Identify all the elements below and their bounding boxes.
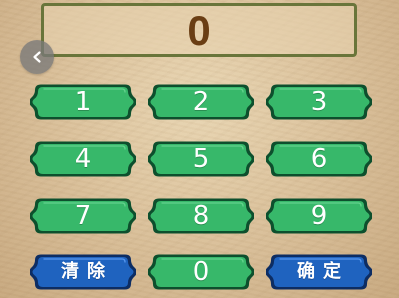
key-2[interactable]: 2: [148, 83, 254, 121]
key-label: 9: [310, 201, 328, 231]
clear-button[interactable]: 清除: [30, 253, 136, 291]
key-7[interactable]: 7: [30, 197, 136, 235]
key-9[interactable]: 9: [266, 197, 372, 235]
number-display: 0: [41, 3, 357, 57]
key-6[interactable]: 6: [266, 140, 372, 178]
key-0[interactable]: 0: [148, 253, 254, 291]
confirm-label: 确定: [297, 261, 349, 282]
key-label: 1: [74, 87, 92, 117]
key-label: 7: [74, 201, 92, 231]
clear-label: 清除: [61, 261, 113, 282]
key-label: 0: [192, 257, 210, 287]
key-label: 3: [310, 87, 328, 117]
key-label: 8: [192, 201, 210, 231]
key-3[interactable]: 3: [266, 83, 372, 121]
key-label: 5: [192, 144, 210, 174]
confirm-button[interactable]: 确定: [266, 253, 372, 291]
display-value: 0: [187, 7, 211, 54]
key-label: 6: [310, 144, 328, 174]
key-label: 4: [74, 144, 92, 174]
key-4[interactable]: 4: [30, 140, 136, 178]
key-5[interactable]: 5: [148, 140, 254, 178]
chevron-left-icon: [30, 50, 44, 64]
back-button[interactable]: [20, 40, 54, 74]
key-1[interactable]: 1: [30, 83, 136, 121]
key-8[interactable]: 8: [148, 197, 254, 235]
key-label: 2: [192, 87, 210, 117]
